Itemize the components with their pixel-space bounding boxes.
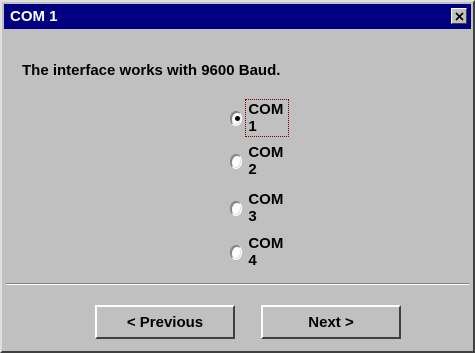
title-bar: COM 1 (4, 4, 471, 29)
radio-label[interactable]: COM 1 (245, 99, 289, 137)
radio-button[interactable] (230, 200, 243, 216)
baud-message: The interface works with 9600 Baud. (22, 62, 281, 79)
close-icon (455, 12, 464, 21)
radio-label[interactable]: COM 4 (246, 234, 288, 270)
radio-label[interactable]: COM 3 (246, 190, 288, 226)
radio-option-com4[interactable]: COM 4 (230, 235, 288, 269)
radio-button[interactable] (230, 110, 243, 126)
separator (6, 283, 469, 285)
dialog-window: COM 1 The interface works with 9600 Baud… (0, 0, 475, 353)
previous-button[interactable]: < Previous (95, 305, 235, 339)
radio-button[interactable] (230, 153, 243, 169)
close-button[interactable] (451, 8, 467, 24)
window-title: COM 1 (10, 8, 58, 25)
radio-option-com3[interactable]: COM 3 (230, 191, 288, 225)
next-button[interactable]: Next > (261, 305, 401, 339)
radio-option-com2[interactable]: COM 2 (230, 144, 288, 178)
radio-option-com1[interactable]: COM 1 (230, 99, 289, 137)
radio-label[interactable]: COM 2 (246, 143, 288, 179)
radio-selected-dot (235, 115, 240, 121)
radio-button[interactable] (230, 244, 243, 260)
